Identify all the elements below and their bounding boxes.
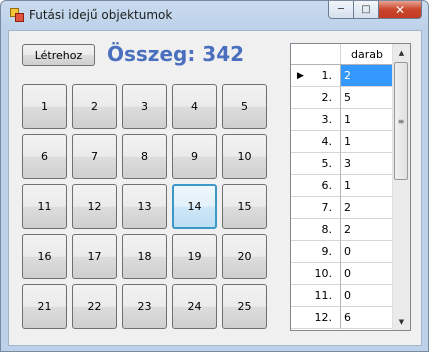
darab-cell[interactable]: 1 (341, 109, 394, 131)
row-index: 12. (314, 311, 333, 324)
row-header[interactable]: 12. (291, 307, 341, 329)
darab-cell[interactable]: 0 (341, 241, 394, 263)
darab-cell[interactable]: 0 (341, 285, 394, 307)
table-row[interactable]: 11. 0 (291, 285, 394, 307)
table-row[interactable]: 4. 1 (291, 131, 394, 153)
table-row[interactable]: 8. 2 (291, 219, 394, 241)
number-button-15[interactable]: 15 (222, 184, 267, 229)
row-index: 6. (321, 179, 333, 192)
row-index: 9. (321, 245, 333, 258)
row-index: 5. (321, 157, 333, 170)
scroll-thumb[interactable]: ≡ (394, 62, 408, 180)
number-button-19[interactable]: 19 (172, 234, 217, 279)
darab-cell[interactable]: 2 (341, 65, 394, 87)
row-index: 8. (321, 223, 333, 236)
table-row[interactable]: 9. 0 (291, 241, 394, 263)
number-button-8[interactable]: 8 (122, 134, 167, 179)
number-button-grid: 1 2 3 4 5 6 7 8 9 10 11 12 13 14 15 16 17 18 19 20 21 22 23 24 2… (22, 84, 270, 334)
row-header[interactable]: 3. (291, 109, 341, 131)
number-button-16[interactable]: 16 (22, 234, 67, 279)
table-row[interactable]: 12. 6 (291, 307, 394, 329)
row-header[interactable]: 9. (291, 241, 341, 263)
number-button-13[interactable]: 13 (122, 184, 167, 229)
close-button[interactable]: ✕ (379, 1, 422, 19)
row-header[interactable]: ▶ 1. (291, 65, 341, 87)
scroll-down-icon[interactable]: ▼ (393, 313, 410, 330)
darab-cell[interactable]: 5 (341, 87, 394, 109)
number-button-11[interactable]: 11 (22, 184, 67, 229)
number-button-20[interactable]: 20 (222, 234, 267, 279)
darab-cell[interactable]: 2 (341, 219, 394, 241)
number-button-10[interactable]: 10 (222, 134, 267, 179)
number-button-14[interactable]: 14 (172, 184, 217, 229)
current-row-arrow-icon: ▶ (297, 71, 304, 81)
row-header[interactable]: 6. (291, 175, 341, 197)
number-button-25[interactable]: 25 (222, 284, 267, 329)
number-button-5[interactable]: 5 (222, 84, 267, 129)
row-index: 1. (321, 69, 333, 82)
grid-header: darab (291, 44, 394, 65)
row-header[interactable]: 5. (291, 153, 341, 175)
row-index: 2. (321, 91, 333, 104)
table-row[interactable]: 5. 3 (291, 153, 394, 175)
number-button-23[interactable]: 23 (122, 284, 167, 329)
vertical-scrollbar[interactable]: ▲ ≡ ▼ (392, 44, 410, 330)
number-button-9[interactable]: 9 (172, 134, 217, 179)
number-button-17[interactable]: 17 (72, 234, 117, 279)
darab-cell[interactable]: 1 (341, 131, 394, 153)
grip-icon: ≡ (397, 116, 405, 126)
create-button[interactable]: Létrehoz (22, 44, 95, 66)
number-button-1[interactable]: 1 (22, 84, 67, 129)
window-title: Futási idejű objektumok (29, 8, 173, 22)
scroll-up-icon[interactable]: ▲ (393, 44, 410, 61)
number-button-2[interactable]: 2 (72, 84, 117, 129)
row-header[interactable]: 8. (291, 219, 341, 241)
number-button-12[interactable]: 12 (72, 184, 117, 229)
darab-cell[interactable]: 6 (341, 307, 394, 329)
row-header-corner[interactable] (291, 44, 341, 64)
sum-label: Összeg: 342 (107, 42, 245, 66)
darab-cell[interactable]: 3 (341, 153, 394, 175)
client-area: Létrehoz Összeg: 342 1 2 3 4 5 6 7 8 9 10 11 12 13 14… (8, 30, 422, 346)
number-button-18[interactable]: 18 (122, 234, 167, 279)
darab-cell[interactable]: 0 (341, 263, 394, 285)
row-header[interactable]: 10. (291, 263, 341, 285)
column-header-darab[interactable]: darab (341, 44, 394, 64)
title-bar[interactable]: Futási idejű objektumok ─ □ ✕ (1, 1, 428, 29)
app-icon (10, 8, 24, 22)
row-index: 7. (321, 201, 333, 214)
row-header[interactable]: 7. (291, 197, 341, 219)
row-index: 11. (314, 289, 333, 302)
number-button-21[interactable]: 21 (22, 284, 67, 329)
table-row[interactable]: 2. 5 (291, 87, 394, 109)
row-index: 4. (321, 135, 333, 148)
table-row[interactable]: 3. 1 (291, 109, 394, 131)
maximize-button[interactable]: □ (354, 1, 379, 19)
row-header[interactable]: 11. (291, 285, 341, 307)
table-row[interactable]: ▶ 1. 2 (291, 65, 394, 87)
darab-cell[interactable]: 1 (341, 175, 394, 197)
data-grid[interactable]: darab ▶ 1. 2 2. 5 3. 1 4. 1 5. 3 6. 1 7. 2 8. 2 9. 0 10. 0 11… (290, 43, 411, 331)
minimize-button[interactable]: ─ (328, 1, 354, 19)
row-header[interactable]: 2. (291, 87, 341, 109)
row-header[interactable]: 4. (291, 131, 341, 153)
table-row[interactable]: 10. 0 (291, 263, 394, 285)
number-button-7[interactable]: 7 (72, 134, 117, 179)
main-window: Futási idejű objektumok ─ □ ✕ Létrehoz Ö… (0, 0, 429, 352)
number-button-22[interactable]: 22 (72, 284, 117, 329)
number-button-6[interactable]: 6 (22, 134, 67, 179)
table-row[interactable]: 7. 2 (291, 197, 394, 219)
number-button-4[interactable]: 4 (172, 84, 217, 129)
number-button-3[interactable]: 3 (122, 84, 167, 129)
number-button-24[interactable]: 24 (172, 284, 217, 329)
darab-cell[interactable]: 2 (341, 197, 394, 219)
table-row[interactable]: 6. 1 (291, 175, 394, 197)
row-index: 10. (314, 267, 333, 280)
row-index: 3. (321, 113, 333, 126)
